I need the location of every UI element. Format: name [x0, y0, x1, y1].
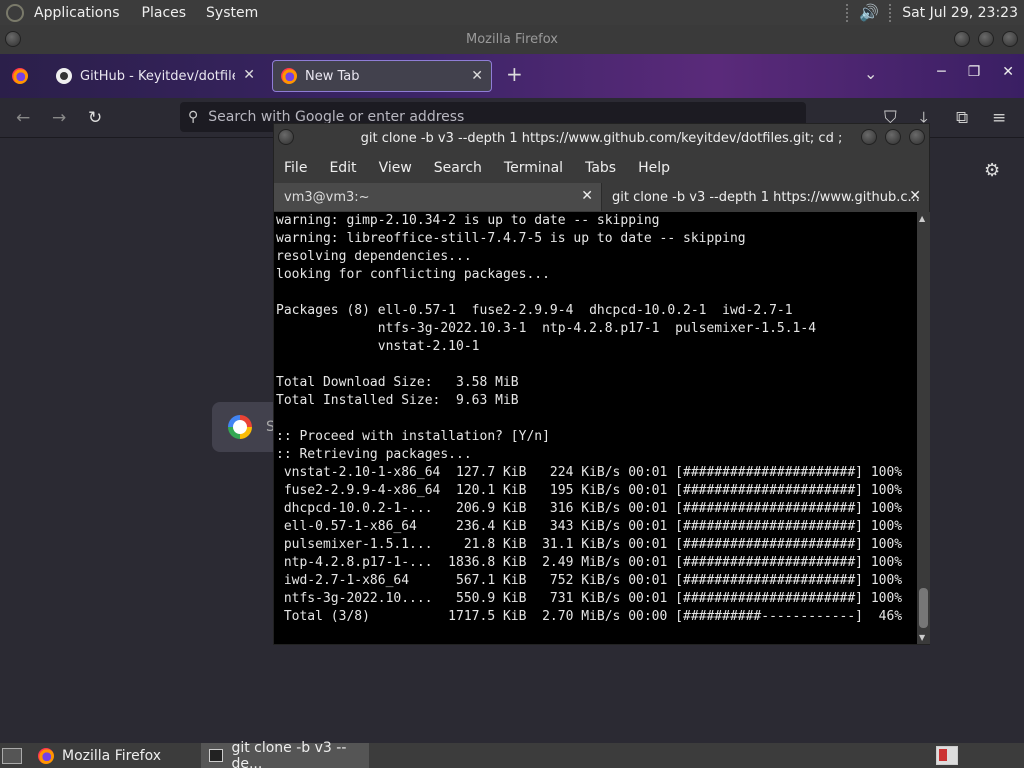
terminal-line: :: Proceed with installation? [Y/n] [276, 429, 550, 444]
terminal-line: resolving dependencies... [276, 249, 472, 264]
terminal-output: warning: gimp-2.10.34-2 is up to date --… [274, 212, 917, 626]
reload-icon[interactable]: ↻ [88, 108, 102, 128]
terminal-titlebar[interactable]: git clone -b v3 --depth 1 https://www.gi… [274, 124, 929, 153]
bottom-taskbar: Mozilla Firefox git clone -b v3 --de... [0, 739, 1024, 768]
terminal-menubar: File Edit View Search Terminal Tabs Help [274, 153, 929, 183]
terminal-window: git clone -b v3 --depth 1 https://www.gi… [273, 123, 930, 645]
terminal-line: fuse2-2.9.9-4-x86_64 120.1 KiB 195 KiB/s… [276, 483, 903, 498]
menu-places[interactable]: Places [142, 5, 187, 21]
terminal-tab-git-clone[interactable]: git clone -b v3 --depth 1 https://www.gi… [602, 183, 929, 211]
github-icon [56, 68, 72, 84]
terminal-line: vnstat-2.10-1-x86_64 127.7 KiB 224 KiB/s… [276, 465, 903, 480]
firefox-titlebar[interactable]: Mozilla Firefox [0, 25, 1024, 54]
terminal-line: ntfs-3g-2022.10.3-1 ntp-4.2.8.p17-1 puls… [276, 321, 817, 336]
terminal-line: Total Installed Size: 9.63 MiB [276, 393, 519, 408]
terminal-line: warning: libreoffice-still-7.4.7-5 is up… [276, 231, 746, 246]
scroll-up-icon[interactable]: ▲ [919, 214, 925, 223]
clock[interactable]: Sat Jul 29, 23:23 [902, 5, 1018, 21]
scroll-down-icon[interactable]: ▼ [919, 633, 925, 642]
maximize-button[interactable] [978, 31, 994, 47]
minimize-button[interactable] [861, 129, 877, 145]
terminal-tabs: vm3@vm3:~ ✕ git clone -b v3 --depth 1 ht… [274, 183, 929, 211]
menu-applications[interactable]: Applications [34, 5, 120, 21]
terminal-icon [209, 749, 224, 762]
hamburger-menu-icon[interactable]: ≡ [992, 108, 1006, 128]
distro-logo-icon[interactable] [6, 3, 24, 22]
firefox-tabbar: GitHub - Keyitdev/dotfiles: M ✕ New Tab … [0, 54, 1024, 98]
close-tab-icon[interactable]: ✕ [243, 67, 255, 83]
close-tab-icon[interactable]: ✕ [471, 68, 483, 84]
workspace-switcher[interactable] [936, 746, 958, 765]
minimize-icon[interactable]: ─ [937, 64, 945, 80]
gear-icon[interactable]: ⚙ [984, 160, 1000, 181]
close-icon[interactable]: ✕ [1002, 64, 1014, 80]
volume-icon[interactable]: 🔊 [859, 3, 879, 22]
terminal-line: ntp-4.2.8.p17-1-... 1836.8 KiB 2.49 MiB/… [276, 555, 903, 570]
google-logo-icon [228, 415, 252, 439]
menu-file[interactable]: File [284, 160, 307, 176]
terminal-line: pulsemixer-1.5.1... 21.8 KiB 31.1 KiB/s … [276, 537, 903, 552]
terminal-line: Packages (8) ell-0.57-1 fuse2-2.9.9-4 dh… [276, 303, 793, 318]
scrollbar-thumb[interactable] [919, 588, 928, 628]
chevron-down-icon[interactable]: ⌄ [864, 64, 877, 83]
firefox-icon [38, 747, 54, 764]
taskbar-item-label: Mozilla Firefox [62, 747, 162, 764]
terminal-output-area[interactable]: warning: gimp-2.10.34-2 is up to date --… [274, 212, 917, 644]
terminal-line: :: Retrieving packages... [276, 447, 472, 462]
terminal-tab-label: vm3@vm3:~ [284, 189, 370, 205]
tab-label: New Tab [305, 68, 360, 84]
menu-view[interactable]: View [379, 160, 412, 176]
new-tab-icon[interactable]: + [506, 62, 523, 86]
close-button[interactable] [1002, 31, 1018, 47]
taskbar-item-terminal[interactable]: git clone -b v3 --de... [201, 739, 369, 768]
tab-new-tab[interactable]: New Tab ✕ [272, 60, 492, 92]
taskbar-item-label: git clone -b v3 --de... [231, 739, 347, 768]
firefox-icon [281, 68, 297, 84]
show-desktop-icon[interactable] [2, 748, 22, 764]
terminal-line: dhcpcd-10.0.2-1-... 206.9 KiB 316 KiB/s … [276, 501, 903, 516]
menu-tabs[interactable]: Tabs [585, 160, 616, 176]
terminal-line: ell-0.57-1-x86_64 236.4 KiB 343 KiB/s 00… [276, 519, 903, 534]
search-icon: ⚲ [188, 109, 199, 125]
panel-separator [846, 3, 849, 22]
terminal-line: Total (3/8) 1717.5 KiB 2.70 MiB/s 00:00 … [276, 609, 903, 624]
top-panel: Applications Places System 🔊 Sat Jul 29,… [0, 0, 1024, 25]
menu-search[interactable]: Search [434, 160, 482, 176]
taskbar-item-firefox[interactable]: Mozilla Firefox [30, 743, 195, 768]
forward-icon[interactable]: → [52, 108, 66, 128]
terminal-scrollbar[interactable]: ▲ ▼ [917, 212, 930, 644]
terminal-line: warning: gimp-2.10.34-2 is up to date --… [276, 213, 660, 228]
menu-terminal[interactable]: Terminal [504, 160, 563, 176]
terminal-line: Total Download Size: 3.58 MiB [276, 375, 519, 390]
terminal-line: iwd-2.7-1-x86_64 567.1 KiB 752 KiB/s 00:… [276, 573, 903, 588]
terminal-line: ntfs-3g-2022.10.... 550.9 KiB 731 KiB/s … [276, 591, 903, 606]
minimize-button[interactable] [954, 31, 970, 47]
maximize-button[interactable] [885, 129, 901, 145]
close-button[interactable] [909, 129, 925, 145]
window-menu-button[interactable] [278, 129, 294, 145]
close-tab-icon[interactable]: ✕ [581, 188, 593, 204]
panel-separator [889, 3, 892, 22]
terminal-line: looking for conflicting packages... [276, 267, 550, 282]
firefox-window-title: Mozilla Firefox [466, 32, 558, 47]
terminal-line: vnstat-2.10-1 [276, 339, 480, 354]
window-menu-button[interactable] [5, 31, 21, 47]
back-icon[interactable]: ← [16, 108, 30, 128]
firefox-view-icon[interactable] [12, 68, 28, 84]
terminal-tab-label: git clone -b v3 --depth 1 https://www.gi… [612, 189, 920, 205]
menu-edit[interactable]: Edit [329, 160, 356, 176]
terminal-tab-shell[interactable]: vm3@vm3:~ ✕ [274, 183, 602, 211]
extensions-icon[interactable]: ⧉ [956, 108, 968, 128]
menu-system[interactable]: System [206, 5, 258, 21]
restore-icon[interactable]: ❐ [968, 64, 981, 80]
tab-label: GitHub - Keyitdev/dotfiles: M [80, 68, 235, 84]
close-tab-icon[interactable]: ✕ [909, 188, 921, 204]
menu-help[interactable]: Help [638, 160, 670, 176]
tab-github[interactable]: GitHub - Keyitdev/dotfiles: M ✕ [48, 60, 263, 92]
terminal-window-title: git clone -b v3 --depth 1 https://www.gi… [360, 131, 843, 146]
